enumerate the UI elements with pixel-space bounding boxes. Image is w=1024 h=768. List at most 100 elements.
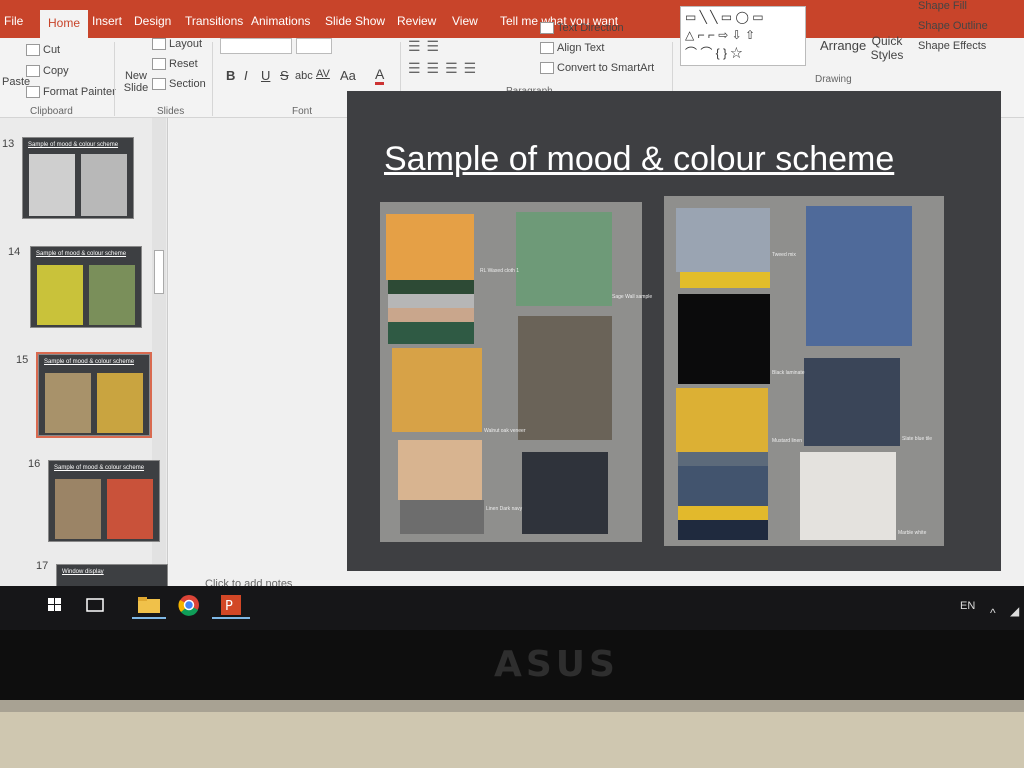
copy-button[interactable]: Copy bbox=[26, 65, 69, 78]
copy-label: Copy bbox=[43, 65, 69, 77]
shapes-gallery[interactable]: ▭ ╲ ╲ ▭ ◯ ▭ △ ⌐ ⌐ ⇨ ⇩ ⇧ ⌒ ⌒ { } ☆ bbox=[680, 6, 806, 66]
layout-icon bbox=[152, 38, 166, 51]
slide-number: 14 bbox=[8, 246, 21, 258]
align-text-label: Align Text bbox=[557, 42, 605, 54]
ribbon-tabs: File Home Insert Design Transitions Anim… bbox=[0, 0, 1024, 38]
task-view-button[interactable] bbox=[76, 590, 114, 620]
bold-button[interactable]: B bbox=[226, 68, 235, 83]
align-icon[interactable]: ☰☰☰☰ bbox=[408, 60, 482, 77]
underline-button[interactable]: U bbox=[261, 68, 270, 83]
swatch-caption: Black laminate bbox=[772, 370, 805, 376]
convert-smartart-label: Convert to SmartArt bbox=[557, 62, 655, 74]
text-direction-label: Text Direction bbox=[557, 22, 624, 34]
navy-panel-swatch bbox=[522, 452, 608, 534]
slide-thumbnail-14[interactable]: Sample of mood & colour scheme bbox=[30, 246, 142, 328]
thumbnail-title: Sample of mood & colour scheme bbox=[28, 142, 119, 148]
italic-button[interactable]: I bbox=[244, 68, 248, 83]
pears-photo bbox=[806, 206, 912, 346]
font-size-field[interactable] bbox=[296, 38, 332, 54]
drawing-group-label: Drawing bbox=[815, 74, 852, 85]
strikethrough-button[interactable]: S bbox=[280, 68, 289, 83]
swatch-caption: Marble white bbox=[898, 530, 927, 536]
bullets-icon[interactable]: ☰☰ bbox=[408, 38, 445, 55]
powerpoint-button[interactable]: P bbox=[212, 590, 250, 620]
mustard-linen-swatch bbox=[676, 388, 768, 452]
active-app-indicator bbox=[212, 617, 250, 619]
slide-number: 17 bbox=[36, 560, 49, 572]
layout-button[interactable]: Layout bbox=[152, 38, 203, 51]
grey-fabric-swatch bbox=[388, 294, 474, 308]
tab-design[interactable]: Design bbox=[134, 14, 171, 28]
green-fabric-swatch bbox=[388, 280, 474, 294]
font-name-field[interactable] bbox=[220, 38, 292, 54]
swatch-caption: Tweed mix bbox=[772, 252, 796, 258]
change-case-button[interactable]: Aa bbox=[340, 68, 356, 83]
thumbnail-title: Sample of mood & colour scheme bbox=[54, 465, 145, 471]
yellow-fabric-swatch bbox=[678, 506, 768, 520]
layout-label: Layout bbox=[169, 38, 203, 50]
task-view-icon bbox=[86, 598, 104, 612]
chrome-button[interactable] bbox=[170, 590, 208, 620]
arrange-button[interactable]: Arrange bbox=[820, 38, 866, 53]
font-color-button[interactable]: A bbox=[375, 66, 385, 85]
stacked-fabrics-swatch bbox=[400, 500, 484, 534]
cut-button[interactable]: Cut bbox=[26, 44, 60, 57]
tray-chevron-icon[interactable]: ^ bbox=[990, 606, 996, 620]
ribbon-separator bbox=[114, 42, 115, 116]
file-explorer-button[interactable] bbox=[130, 590, 168, 620]
network-icon[interactable]: ◢ bbox=[1010, 604, 1019, 618]
oak-veneer-swatch bbox=[392, 348, 482, 432]
swatch-caption: RL Waxed cloth 1 bbox=[480, 268, 520, 274]
scrollbar-thumb[interactable] bbox=[154, 250, 164, 294]
slide-thumbnail-17[interactable]: Window display bbox=[56, 564, 168, 588]
copy-icon bbox=[26, 65, 40, 78]
svg-text:P: P bbox=[225, 599, 233, 614]
language-indicator[interactable]: EN bbox=[960, 600, 975, 612]
slides-group-label: Slides bbox=[157, 106, 185, 117]
text-direction-icon bbox=[540, 22, 554, 35]
slide-thumbnail-13[interactable]: Sample of mood & colour scheme bbox=[22, 137, 134, 219]
tab-slide-show[interactable]: Slide Show bbox=[325, 14, 385, 28]
folder-icon bbox=[138, 597, 160, 613]
slide-title[interactable]: Sample of mood & colour scheme bbox=[384, 140, 894, 179]
new-slide-button[interactable]: New Slide bbox=[121, 70, 151, 94]
slide-thumbnail-15-selected[interactable]: Sample of mood & colour scheme bbox=[36, 352, 152, 438]
slate-tile-swatch bbox=[804, 358, 900, 446]
shape-effects-button[interactable]: Shape Effects bbox=[918, 40, 986, 52]
teal-fabric-swatch bbox=[388, 322, 474, 344]
reset-button[interactable]: Reset bbox=[152, 58, 198, 71]
format-painter-label: Format Painter bbox=[43, 86, 116, 98]
align-text-button[interactable]: Align Text bbox=[540, 42, 605, 55]
char-spacing-button[interactable]: AV bbox=[316, 68, 330, 80]
windows-logo-icon bbox=[48, 598, 61, 611]
tab-insert[interactable]: Insert bbox=[92, 14, 122, 28]
tab-file[interactable]: File bbox=[4, 14, 23, 28]
convert-smartart-button[interactable]: Convert to SmartArt bbox=[540, 62, 655, 75]
thumbnail-title: Window display bbox=[62, 569, 104, 575]
tab-transitions[interactable]: Transitions bbox=[185, 14, 243, 28]
slide-thumbnail-16[interactable]: Sample of mood & colour scheme bbox=[48, 460, 160, 542]
shape-fill-button[interactable]: Shape Fill bbox=[918, 0, 967, 12]
marble-tile-swatch bbox=[800, 452, 896, 540]
black-laminate-swatch bbox=[678, 294, 770, 384]
yellow-band-swatch bbox=[680, 272, 770, 288]
tab-review[interactable]: Review bbox=[397, 14, 436, 28]
text-direction-button[interactable]: Text Direction bbox=[540, 22, 624, 35]
section-button[interactable]: Section bbox=[152, 78, 206, 91]
swatch-caption: Linen Dark navy bbox=[486, 506, 523, 512]
format-painter-button[interactable]: Format Painter bbox=[26, 86, 116, 99]
tab-home[interactable]: Home bbox=[40, 10, 89, 38]
quick-styles-button[interactable]: Quick Styles bbox=[870, 34, 904, 62]
sage-paint-swatch bbox=[516, 212, 612, 306]
slide-number: 15 bbox=[16, 354, 29, 366]
linen-fabric-swatch bbox=[398, 440, 482, 500]
tab-view[interactable]: View bbox=[452, 14, 478, 28]
start-button[interactable] bbox=[40, 590, 78, 620]
section-label: Section bbox=[169, 78, 206, 90]
shape-outline-button[interactable]: Shape Outline bbox=[918, 20, 988, 32]
tab-animations[interactable]: Animations bbox=[251, 14, 310, 28]
laptop-brand-logo: ASUS bbox=[494, 644, 619, 685]
shadow-button[interactable]: abc bbox=[295, 70, 313, 82]
slide-number: 16 bbox=[28, 458, 41, 470]
powerpoint-icon: P bbox=[221, 595, 241, 615]
